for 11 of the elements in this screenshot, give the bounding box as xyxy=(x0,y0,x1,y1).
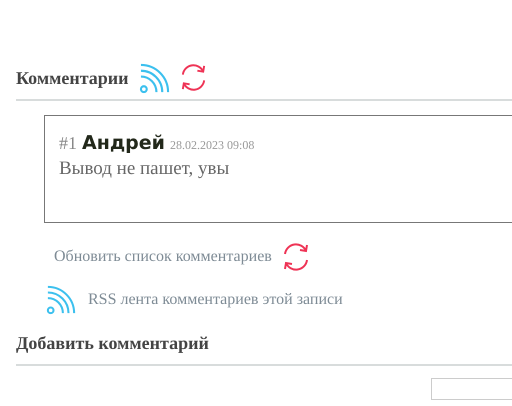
rss-icon[interactable] xyxy=(46,285,76,315)
refresh-comments-link[interactable]: Обновить список комментариев xyxy=(54,248,272,266)
section-heading: Добавить комментарий xyxy=(16,332,209,355)
rss-icon[interactable] xyxy=(138,63,170,94)
comment-author: Андрей xyxy=(82,132,165,154)
input-field[interactable] xyxy=(431,378,512,400)
comment-text: Вывод не пашет, увы xyxy=(59,158,230,180)
rss-comments-link[interactable]: RSS лента комментариев этой записи xyxy=(88,291,343,309)
comment-number: #1 xyxy=(59,133,77,154)
section-heading: Комментарии xyxy=(16,67,129,90)
comment-date: 28.02.2023 09:08 xyxy=(170,138,254,153)
